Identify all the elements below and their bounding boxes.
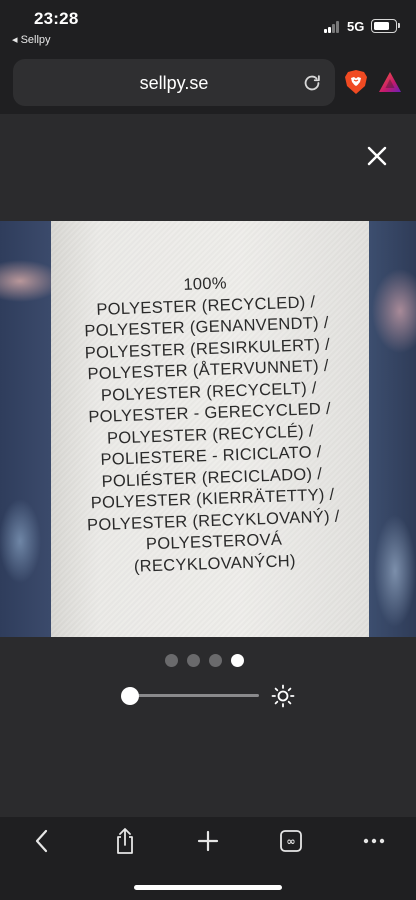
back-to-app-link[interactable]: ◂ Sellpy <box>12 33 51 46</box>
chevron-left-icon[interactable] <box>27 827 57 855</box>
product-photo[interactable]: 100% POLYESTER (RECYCLED) / POLYESTER (GEN… <box>0 221 416 637</box>
signal-icon <box>324 21 342 33</box>
svg-text:∞: ∞ <box>286 835 295 848</box>
pager-dot[interactable] <box>187 654 200 667</box>
tabs-icon[interactable]: ∞ <box>276 827 306 855</box>
pager-dot[interactable] <box>231 654 244 667</box>
care-label-text: 100% POLYESTER (RECYCLED) / POLYESTER (GEN… <box>46 269 374 581</box>
reload-icon[interactable] <box>301 72 323 94</box>
zoom-slider-track[interactable] <box>130 694 259 697</box>
address-bar[interactable]: sellpy.se <box>13 59 335 106</box>
battery-icon <box>371 19 397 33</box>
share-icon[interactable] <box>110 827 140 855</box>
battery-nub <box>398 23 400 28</box>
brave-shields-icon[interactable] <box>344 69 368 95</box>
pager-dot[interactable] <box>165 654 178 667</box>
zoom-slider-knob[interactable] <box>121 687 139 705</box>
clock: 23:28 <box>34 9 79 28</box>
status-bar: 23:28 ◂ Sellpy 5G <box>0 0 416 56</box>
image-pager[interactable] <box>165 654 245 668</box>
plus-icon[interactable] <box>193 827 223 855</box>
network-type: 5G <box>347 19 365 34</box>
close-icon[interactable] <box>364 143 390 169</box>
more-icon[interactable] <box>359 827 389 855</box>
url-text: sellpy.se <box>139 73 209 93</box>
brave-rewards-icon[interactable] <box>378 71 402 93</box>
brightness-icon[interactable] <box>271 684 295 708</box>
care-label: 100% POLYESTER (RECYCLED) / POLYESTER (GEN… <box>51 221 369 637</box>
pager-dot[interactable] <box>209 654 222 667</box>
home-indicator[interactable] <box>134 885 282 890</box>
